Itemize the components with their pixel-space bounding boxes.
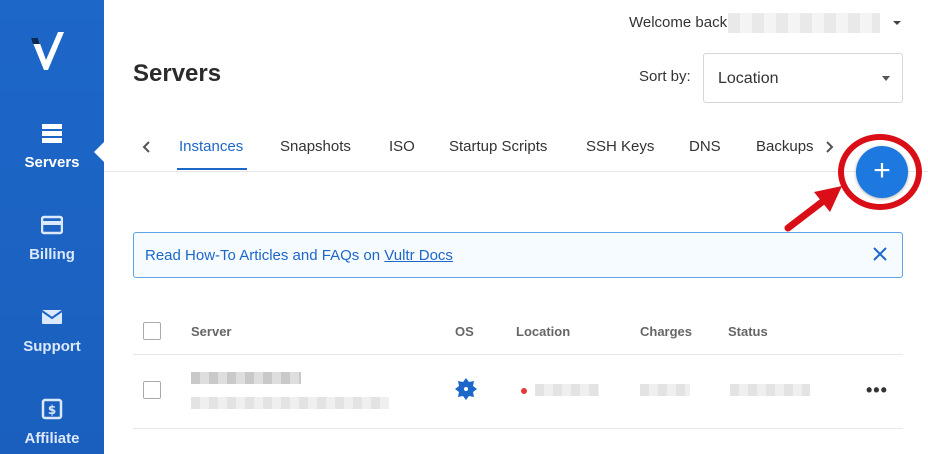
dollar-icon: $ (41, 398, 63, 420)
sidebar-item-label: Servers (24, 154, 80, 171)
select-all-checkbox[interactable] (143, 322, 161, 340)
sidebar-item-label: Affiliate (24, 430, 80, 447)
close-icon[interactable] (872, 246, 888, 262)
sort-value: Location (718, 70, 779, 87)
table-header-divider (133, 354, 903, 355)
sidebar-item-billing[interactable]: Billing (0, 214, 104, 263)
tab-instances[interactable]: Instances (179, 138, 243, 155)
docs-banner: Read How-To Articles and FAQs on Vultr D… (133, 232, 903, 278)
add-server-button[interactable]: + (856, 146, 908, 198)
tab-ssh-keys[interactable]: SSH Keys (586, 138, 654, 155)
table-row-divider (133, 428, 903, 429)
servers-icon (42, 124, 62, 143)
sidebar-item-affiliate[interactable]: $ Affiliate (0, 398, 104, 447)
column-header-os[interactable]: OS (455, 324, 474, 339)
row-more-options-button[interactable]: ••• (866, 380, 888, 401)
redacted-charges (640, 384, 690, 396)
account-dropdown-icon[interactable] (893, 21, 901, 25)
column-header-server[interactable]: Server (191, 324, 231, 339)
location-flag-icon (521, 388, 527, 394)
tab-backups[interactable]: Backups (756, 138, 814, 155)
vultr-logo[interactable] (28, 30, 72, 74)
sort-label: Sort by: (639, 68, 691, 85)
redacted-status (730, 384, 810, 396)
sidebar: Servers Billing Support $ Affiliate (0, 0, 104, 454)
welcome-text: Welcome back (629, 14, 728, 31)
svg-text:$: $ (48, 403, 56, 417)
sidebar-item-support[interactable]: Support (0, 306, 104, 355)
row-checkbox[interactable] (143, 381, 161, 399)
tabs-scroll-right-icon[interactable] (822, 140, 836, 154)
active-tab-underline (177, 168, 247, 170)
tab-iso[interactable]: ISO (389, 138, 415, 155)
chevron-down-icon (882, 76, 890, 81)
os-icon (455, 378, 477, 400)
vultr-docs-link[interactable]: Vultr Docs (384, 247, 453, 264)
redacted-username[interactable] (728, 13, 880, 33)
tabs-divider (104, 171, 928, 172)
credit-card-icon (41, 215, 63, 235)
annotation-arrow-icon (784, 186, 842, 232)
sidebar-item-label: Billing (29, 246, 75, 263)
column-header-status[interactable]: Status (728, 324, 768, 339)
redacted-server-name[interactable] (191, 372, 301, 384)
page-title: Servers (133, 60, 222, 87)
column-header-charges[interactable]: Charges (640, 324, 692, 339)
column-header-location[interactable]: Location (516, 324, 570, 339)
tab-startup-scripts[interactable]: Startup Scripts (449, 138, 547, 155)
tab-snapshots[interactable]: Snapshots (280, 138, 351, 155)
banner-text: Read How-To Articles and FAQs on (145, 247, 385, 264)
tab-dns[interactable]: DNS (689, 138, 721, 155)
redacted-server-ip (191, 397, 389, 409)
sidebar-item-label: Support (23, 338, 81, 355)
active-indicator (94, 142, 104, 162)
envelope-icon (41, 310, 63, 324)
sidebar-item-servers[interactable]: Servers (0, 122, 104, 171)
redacted-location (535, 384, 599, 396)
sort-select[interactable]: Location (703, 53, 903, 103)
tabs-scroll-left-icon[interactable] (140, 140, 154, 154)
